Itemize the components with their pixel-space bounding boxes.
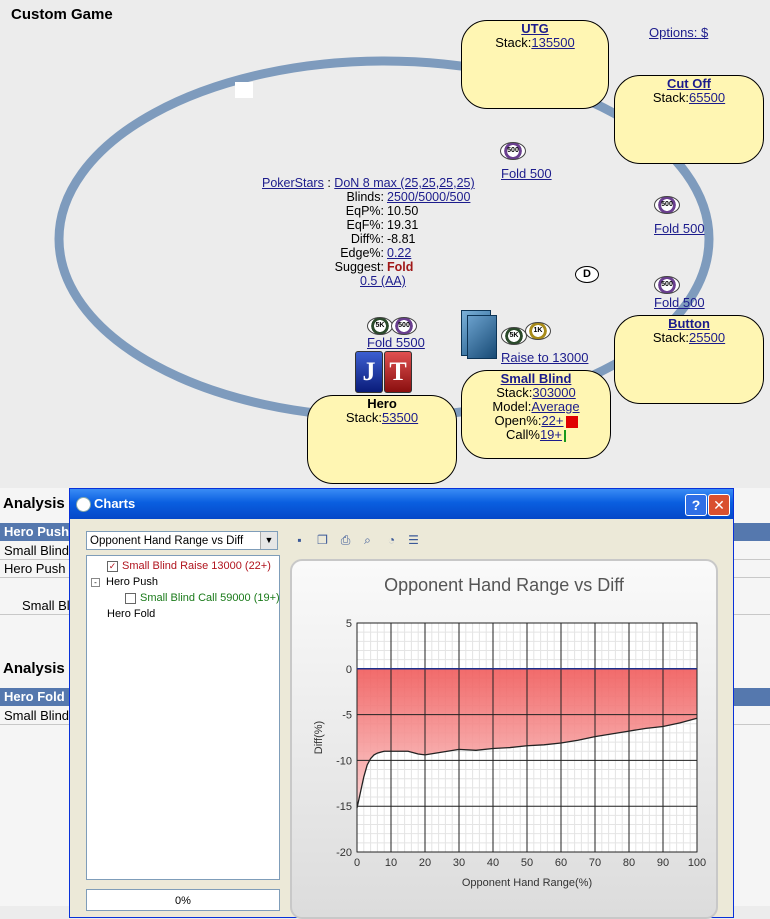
print-preview-icon[interactable]: ⌕ xyxy=(360,533,375,548)
x-tick-label: 90 xyxy=(657,857,669,869)
seat-name[interactable]: UTG xyxy=(462,22,608,36)
y-tick-label: -15 xyxy=(336,801,352,813)
seat-stack: Stack:135500 xyxy=(495,35,575,50)
deck-icon xyxy=(467,315,497,359)
checkbox-unchecked-icon[interactable] xyxy=(125,592,136,604)
hero-action[interactable]: Fold 5500 xyxy=(367,335,425,350)
tree-item[interactable]: ✓ Small Blind Raise 13000 (22+) xyxy=(107,560,271,572)
chart-frame: Opponent Hand Range vs Diff 0 10 20 30 40 50 6… xyxy=(290,559,718,919)
y-tick-label: -20 xyxy=(336,847,352,859)
seat-name[interactable]: Button xyxy=(615,317,763,331)
chip-500-icon: 500 xyxy=(654,276,680,294)
seat-name[interactable]: Cut Off xyxy=(615,77,763,91)
extra-row: 0.5 (AA) xyxy=(360,274,406,288)
dialog-titlebar[interactable]: Charts ? ✕ xyxy=(70,489,733,519)
seat-cutoff[interactable]: Cut Off Stack:65500 xyxy=(614,75,764,164)
suggest-row: Suggest: Fold xyxy=(334,260,414,274)
save-icon[interactable]: ▪ xyxy=(292,533,307,548)
seat-stack: Stack:303000 xyxy=(496,385,576,400)
site-link[interactable]: PokerStars xyxy=(262,176,324,190)
y-tick-label: -5 xyxy=(342,710,352,722)
x-tick-label: 10 xyxy=(385,857,397,869)
scenario-tree[interactable]: ✓ Small Blind Raise 13000 (22+) - Hero Pus… xyxy=(86,555,280,880)
chip-5k-icon: 5K xyxy=(501,327,527,345)
tree-item[interactable]: Hero Fold xyxy=(107,608,155,620)
site-line: PokerStars : DoN 8 max (25,25,25,25) xyxy=(262,176,475,190)
dialog-title: Charts xyxy=(94,496,136,511)
chart-properties-icon[interactable]: ◔ xyxy=(384,533,399,548)
chip-1k-icon: 1K xyxy=(525,322,551,340)
eqp-row: EqP%: 10.50 xyxy=(345,204,419,218)
button-action[interactable]: Fold 500 xyxy=(654,295,705,310)
seat-hero[interactable]: Hero Stack:53500 xyxy=(307,395,457,484)
copy-icon[interactable]: ❐ xyxy=(315,533,330,548)
sb-action[interactable]: Raise to 13000 xyxy=(501,350,588,365)
hero-card-ten-icon: T xyxy=(384,351,412,393)
x-tick-label: 0 xyxy=(354,857,360,869)
expand-minus-icon[interactable]: - xyxy=(91,578,100,587)
seat-small-blind[interactable]: Small Blind Stack:303000 Model:Average O… xyxy=(461,370,611,459)
x-tick-label: 40 xyxy=(487,857,499,869)
x-tick-label: 70 xyxy=(589,857,601,869)
hero-card-jack-icon: J xyxy=(355,351,383,393)
call-indicator-icon xyxy=(564,429,567,442)
chip-500-icon: 500 xyxy=(500,142,526,160)
seat-name[interactable]: Small Blind xyxy=(462,372,610,386)
game-link[interactable]: DoN 8 max (25,25,25,25) xyxy=(334,176,474,190)
chart-plot: 0 10 20 30 40 50 60 70 80 90 10050-5-10-15-20Oppon… xyxy=(313,618,706,889)
y-tick-label: 5 xyxy=(346,618,352,630)
tree-item[interactable]: - Hero Push xyxy=(91,576,158,588)
y-tick-label: 0 xyxy=(346,664,352,676)
eqf-row: EqF%: 19.31 xyxy=(346,218,419,232)
cutoff-action[interactable]: Fold 500 xyxy=(654,221,705,236)
tree-item[interactable]: Small Blind Call 59000 (19+) xyxy=(125,592,280,604)
x-tick-label: 20 xyxy=(419,857,431,869)
chart-type-select[interactable]: Opponent Hand Range vs Diff ▼ xyxy=(86,531,278,550)
seat-open: Open%:22+ xyxy=(462,414,610,428)
x-tick-label: 50 xyxy=(521,857,533,869)
charts-dialog[interactable]: Charts ? ✕ Opponent Hand Range vs Diff ▼… xyxy=(69,488,734,919)
seat-stack: Stack:65500 xyxy=(652,90,726,105)
progress-bar: 0% xyxy=(86,889,280,911)
seat-button[interactable]: Button Stack:25500 xyxy=(614,315,764,404)
close-button[interactable]: ✕ xyxy=(708,494,730,516)
x-tick-label: 100 xyxy=(688,857,706,869)
chevron-down-icon[interactable]: ▼ xyxy=(260,532,277,549)
dealer-button-icon: D xyxy=(575,266,599,283)
chart-app-icon xyxy=(76,497,91,512)
chip-5k-icon: 5K xyxy=(367,317,393,335)
checkbox-checked-icon[interactable]: ✓ xyxy=(107,560,118,572)
info-panel: PokerStars : DoN 8 max (25,25,25,25) Bli… xyxy=(236,176,526,288)
x-tick-label: 60 xyxy=(555,857,567,869)
x-axis-label: Opponent Hand Range(%) xyxy=(462,877,592,889)
print-icon[interactable]: ⎙ xyxy=(338,533,353,548)
chip-500-icon: 500 xyxy=(391,317,417,335)
blinds-row: Blinds: 2500/5000/500 xyxy=(346,190,471,204)
edge-row: Edge%: 0.22 xyxy=(340,246,412,260)
x-tick-label: 80 xyxy=(623,857,635,869)
list-icon[interactable]: ☰ xyxy=(406,533,421,548)
seat-name: Hero xyxy=(367,396,397,411)
table-marker xyxy=(235,82,253,98)
seat-utg[interactable]: UTG Stack:135500 xyxy=(461,20,609,109)
help-button[interactable]: ? xyxy=(685,494,707,516)
seat-call: Call%19+ xyxy=(462,428,610,442)
seat-stack: Stack:53500 xyxy=(345,410,419,425)
y-axis-label: Diff(%) xyxy=(313,721,325,754)
open-indicator-icon xyxy=(565,415,578,428)
y-tick-label: -10 xyxy=(336,755,352,767)
diff-row: Diff%: -8.81 xyxy=(350,232,416,246)
seat-stack: Stack:25500 xyxy=(652,330,726,345)
x-tick-label: 30 xyxy=(453,857,465,869)
seat-model: Model:Average xyxy=(492,399,580,414)
chip-500-icon: 500 xyxy=(654,196,680,214)
